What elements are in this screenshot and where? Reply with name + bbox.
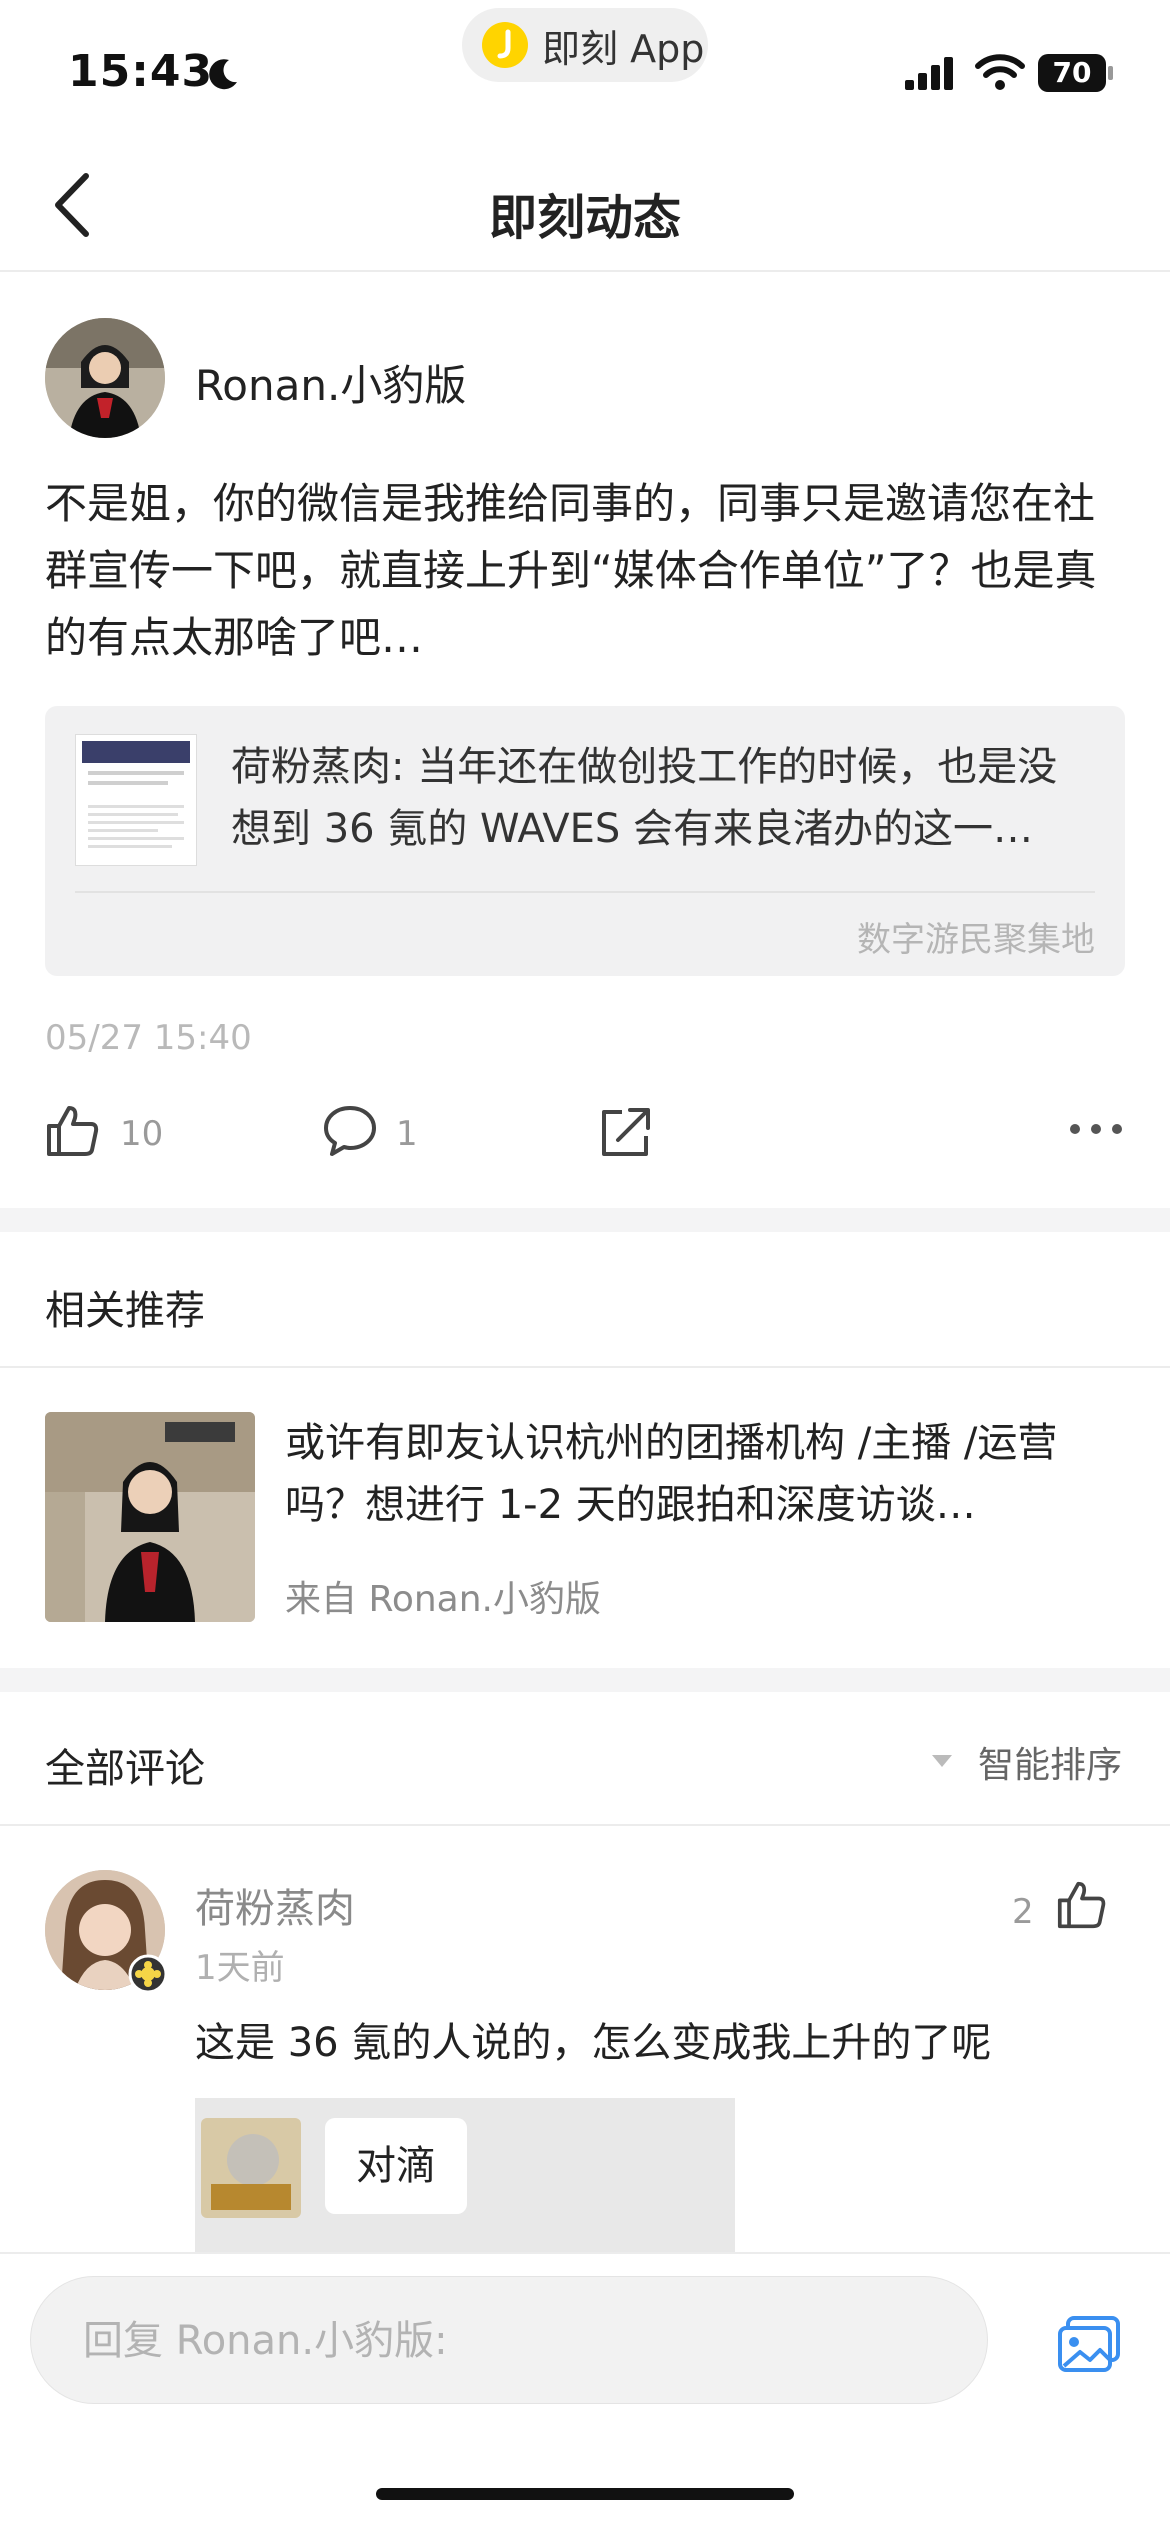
repost-text: 荷粉蒸肉: 当年还在做创投工作的时候，也是没想到 36 氪的 WAVES 会有来… xyxy=(231,744,1058,852)
section-separator xyxy=(0,1208,1170,1232)
sort-triangle-icon xyxy=(932,1755,952,1767)
section-separator xyxy=(0,1668,1170,1692)
post-text: 不是姐，你的微信是我推给同事的，同事只是邀请您在社群宣传一下吧，就直接上升到“媒… xyxy=(45,479,1097,662)
sort-label: 智能排序 xyxy=(977,1745,1122,1786)
battery-indicator: 70 xyxy=(1038,54,1106,92)
battery-tip xyxy=(1108,66,1113,80)
reply-input[interactable]: 回复 Ronan.小豹版: xyxy=(30,2276,988,2404)
related-text: 或许有即友认识杭州的团播机构 /主播 /运营吗？想进行 1-2 天的跟拍和深度访… xyxy=(285,1420,1058,1528)
app-pill-label: 即刻 App xyxy=(542,26,705,71)
quote-bubble: 对滴 xyxy=(325,2118,467,2214)
signal-icon xyxy=(905,57,953,90)
sticker-image xyxy=(201,2118,301,2218)
badge-icon xyxy=(128,1954,168,1994)
related-image xyxy=(45,1412,255,1622)
repost-card[interactable]: 荷粉蒸肉: 当年还在做创投工作的时候，也是没想到 36 氪的 WAVES 会有来… xyxy=(45,706,1125,976)
comment-text: 这是 36 氪的人说的，怎么变成我上升的了呢 xyxy=(195,2020,992,2066)
comment-icon[interactable] xyxy=(322,1104,378,1158)
like-count: 10 xyxy=(120,1114,164,1154)
comments-title: 全部评论 xyxy=(45,1746,205,1792)
related-source: 来自 Ronan.小豹版 xyxy=(285,1579,602,1620)
more-icon[interactable] xyxy=(1068,1122,1124,1136)
comment-like-count: 2 xyxy=(1012,1892,1034,1932)
like-icon[interactable] xyxy=(45,1104,101,1158)
comment-time: 1天前 xyxy=(195,1948,285,1988)
header-divider xyxy=(0,270,1170,272)
related-title: 相关推荐 xyxy=(45,1288,205,1334)
repost-thumbnail xyxy=(75,734,197,866)
repost-divider xyxy=(75,891,1095,893)
comment-like-icon[interactable] xyxy=(1056,1880,1108,1930)
image-picker-icon[interactable] xyxy=(1056,2314,1122,2374)
status-time: 15:43 xyxy=(68,46,214,97)
author-name[interactable]: Ronan.小豹版 xyxy=(195,352,466,413)
app-switch-pill[interactable]: 即刻 App xyxy=(462,8,708,82)
share-icon[interactable] xyxy=(598,1104,654,1158)
comment-author[interactable]: 荷粉蒸肉 xyxy=(195,1876,355,1934)
page-title: 即刻动态 xyxy=(488,190,681,246)
author-avatar[interactable] xyxy=(45,318,165,438)
comments-divider xyxy=(0,1824,1170,1826)
topic-name[interactable]: 数字游民聚集地 xyxy=(857,912,1095,961)
wifi-icon xyxy=(975,54,1025,90)
comment-quote-box[interactable]: 对滴 xyxy=(195,2098,735,2258)
moon-icon xyxy=(209,59,237,90)
comment-count: 1 xyxy=(396,1114,418,1154)
jike-logo-icon xyxy=(482,22,528,68)
home-indicator xyxy=(376,2488,794,2500)
post-timestamp: 05/27 15:40 xyxy=(45,1018,252,1058)
